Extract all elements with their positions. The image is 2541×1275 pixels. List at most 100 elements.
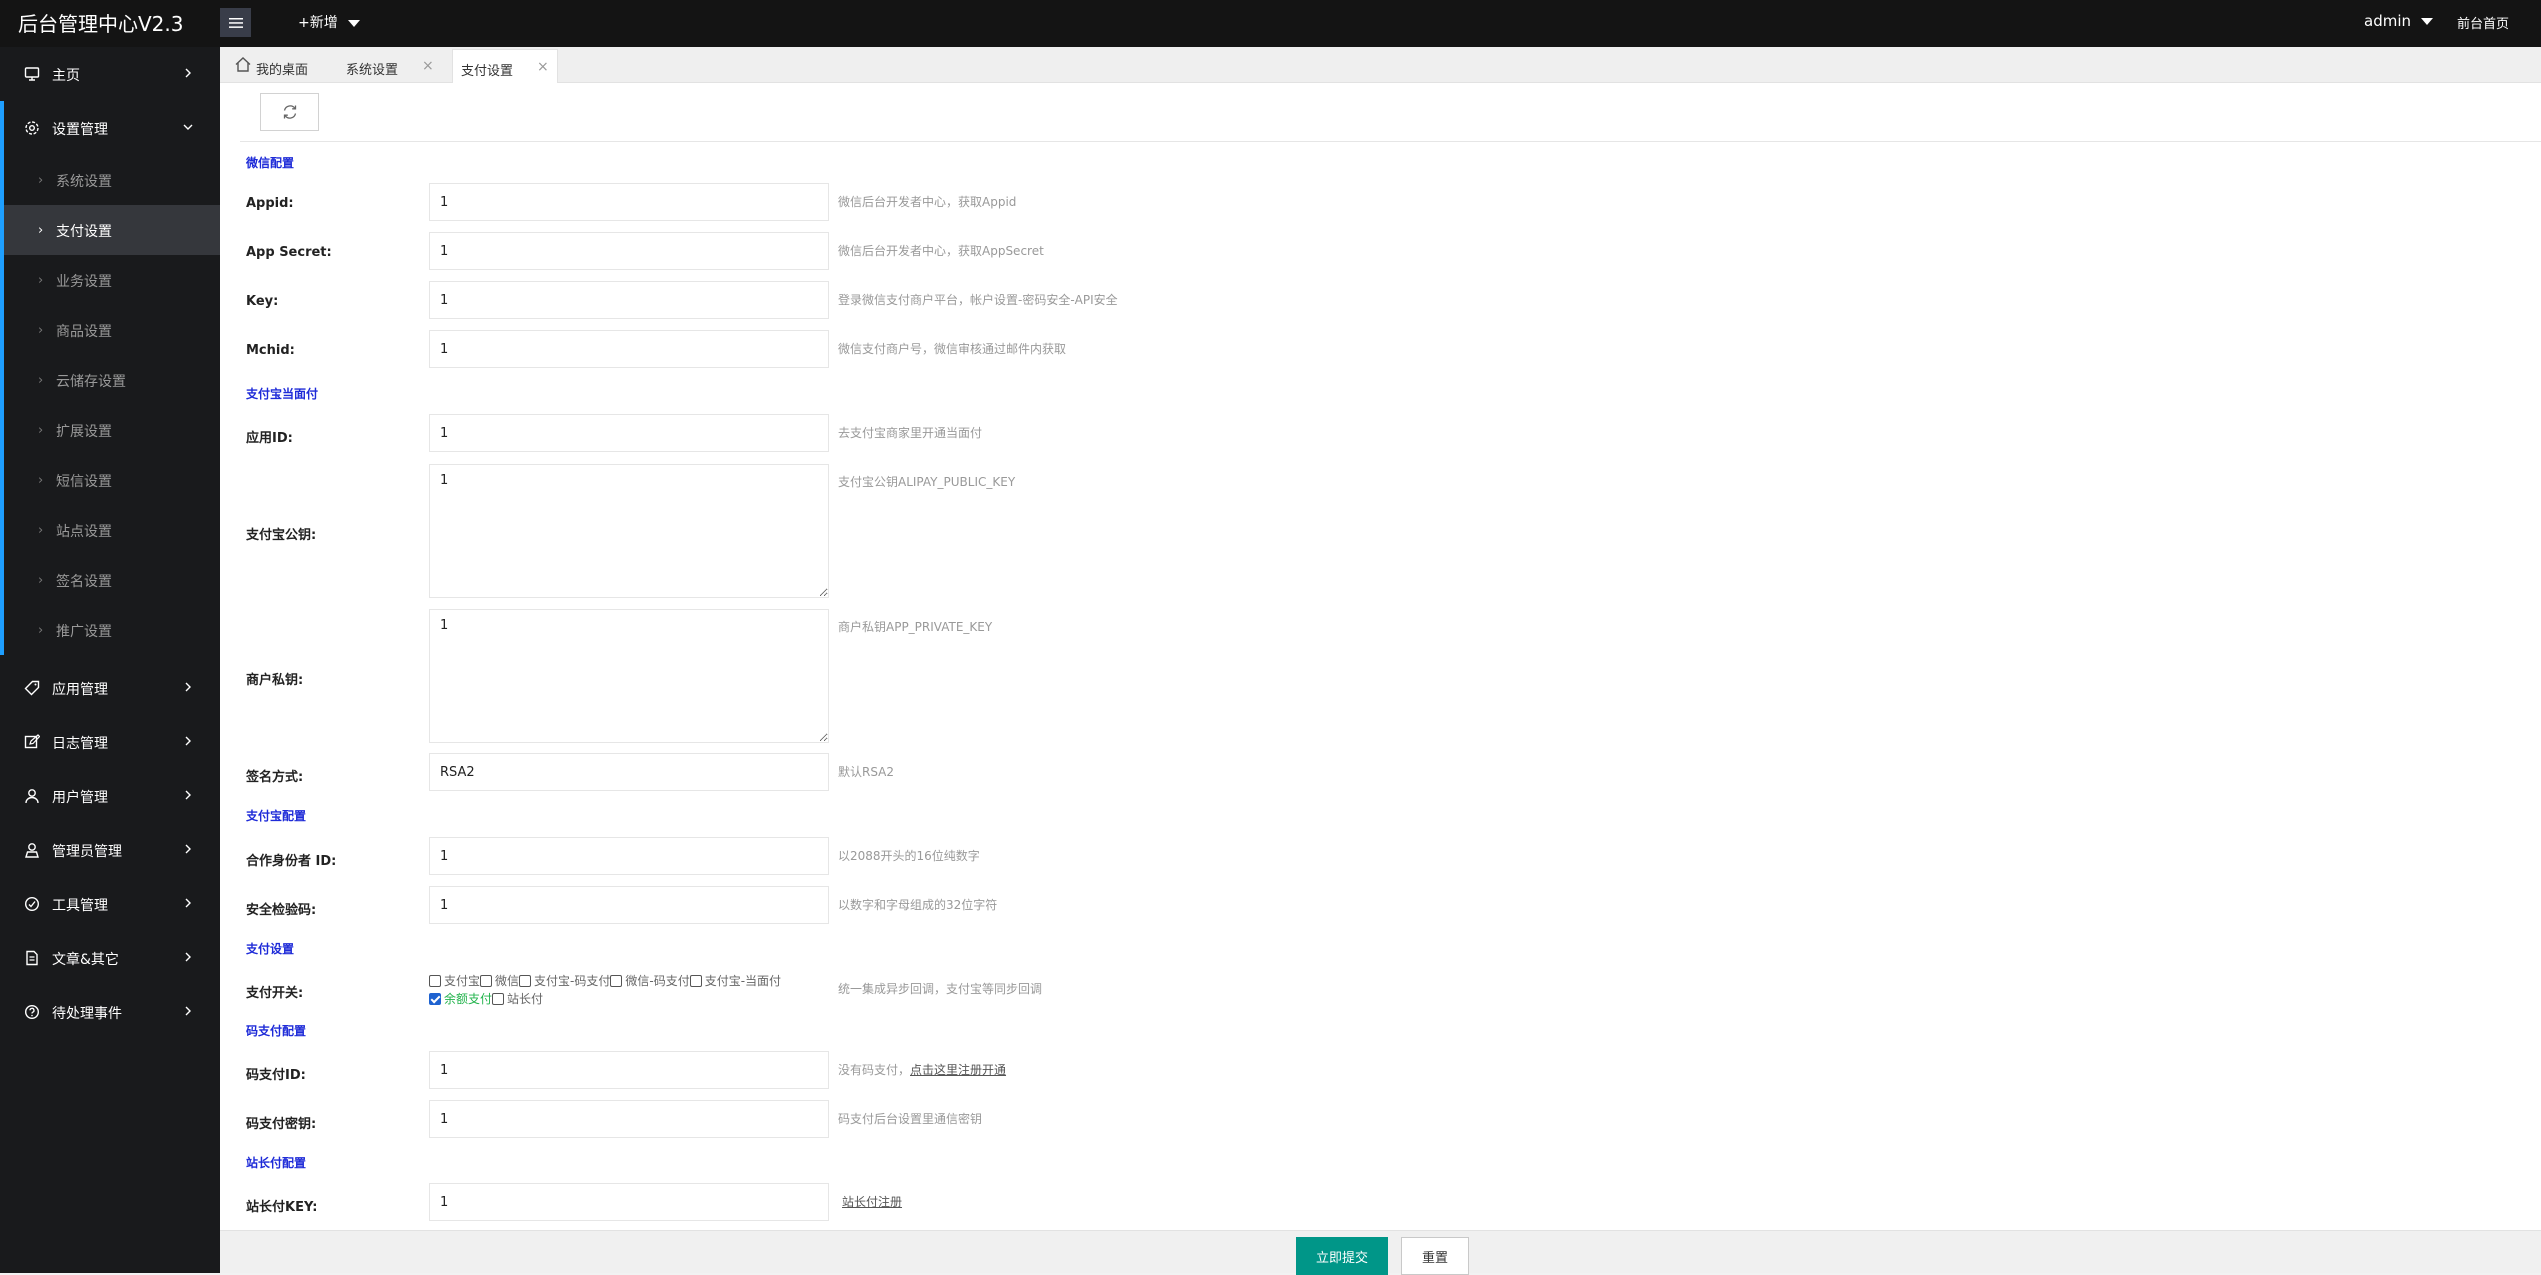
sign-type-input[interactable]	[429, 753, 829, 791]
checkbox-box[interactable]	[610, 975, 623, 987]
section-title-zzf: 站长付配置	[246, 1156, 307, 1170]
chevron-down-icon	[183, 124, 193, 130]
username: admin	[2364, 12, 2411, 30]
zzf-register-link[interactable]: 站长付注册	[842, 1195, 902, 1209]
hamburger-icon	[228, 17, 243, 28]
alipay-public-key-textarea[interactable]: 1	[429, 464, 829, 598]
sidebar-subitem-business-settings[interactable]: › 业务设置	[4, 255, 220, 305]
sidebar-subitem-cloud-storage-settings[interactable]: › 云储存设置	[4, 355, 220, 405]
checkbox-box[interactable]	[519, 975, 532, 987]
checkbox-wechat[interactable]: 微信	[480, 973, 519, 989]
pay-switch-hint: 统一集成异步回调，支付宝等同步回调	[838, 982, 1043, 996]
sidebar-item-articles[interactable]: 文章&其它	[0, 931, 220, 985]
sidebar-item-admins[interactable]: 管理员管理	[0, 823, 220, 877]
top-header: 后台管理中心V2.3 +新增 admin 前台首页	[0, 0, 2541, 47]
refresh-icon	[283, 105, 296, 119]
sidebar-item-pending-events[interactable]: 待处理事件	[0, 985, 220, 1039]
partner-id-label: 合作身份者 ID:	[246, 854, 337, 869]
sidebar-item-label: 文章&其它	[52, 952, 119, 968]
sidebar-subitem-extension-settings[interactable]: › 扩展设置	[4, 405, 220, 455]
key-input[interactable]	[429, 281, 829, 319]
section-title-alipay-f2f: 支付宝当面付	[246, 387, 319, 401]
close-icon[interactable]: ×	[537, 59, 549, 75]
app-secret-input[interactable]	[429, 232, 829, 270]
checkbox-box[interactable]	[492, 993, 505, 1005]
subitem-label: 商品设置	[56, 324, 112, 340]
appid-input[interactable]	[429, 183, 829, 221]
checkbox-alipay-f2f[interactable]: 支付宝-当面付	[689, 973, 781, 989]
menu-toggle-button[interactable]	[220, 8, 251, 37]
checkbox-zzf[interactable]: 站长付	[492, 991, 543, 1007]
caret-down-icon	[347, 19, 360, 27]
tab-system-settings[interactable]: 系统设置 ×	[338, 49, 444, 83]
zzf-key-label: 站长付KEY:	[246, 1200, 318, 1215]
chevron-right-icon: ›	[38, 423, 44, 438]
sidebar-item-settings[interactable]: 设置管理	[0, 101, 220, 155]
sidebar-item-apps[interactable]: 应用管理	[0, 661, 220, 715]
checkbox-alipay[interactable]: 支付宝	[429, 973, 480, 989]
sidebar-subitem-signature-settings[interactable]: › 签名设置	[4, 555, 220, 605]
sidebar-subitem-site-settings[interactable]: › 站点设置	[4, 505, 220, 555]
checkbox-wechat-codepay[interactable]: 微信-码支付	[610, 973, 690, 989]
close-icon[interactable]: ×	[422, 58, 434, 74]
sidebar-item-logs[interactable]: 日志管理	[0, 715, 220, 769]
checkbox-box[interactable]	[689, 975, 702, 987]
codepay-id-input[interactable]	[429, 1051, 829, 1089]
codepay-key-input[interactable]	[429, 1100, 829, 1138]
security-code-input[interactable]	[429, 886, 829, 924]
sidebar-item-home[interactable]: 主页	[0, 47, 220, 101]
sidebar-subitem-promotion-settings[interactable]: › 推广设置	[4, 605, 220, 655]
add-new-menu[interactable]: +新增	[298, 12, 360, 32]
main-content: 微信配置 Appid: 微信后台开发者中心，获取Appid App Secret…	[220, 83, 2541, 1230]
section-title-codepay: 码支付配置	[246, 1024, 307, 1038]
checkbox-alipay-codepay[interactable]: 支付宝-码支付	[519, 973, 610, 989]
chevron-right-icon: ›	[38, 273, 44, 288]
sidebar-item-label: 工具管理	[52, 898, 108, 914]
caret-down-icon	[2421, 18, 2433, 25]
codepay-register-link[interactable]: 点击这里注册开通	[910, 1063, 1006, 1077]
alipay-public-key-hint: 支付宝公钥ALIPAY_PUBLIC_KEY	[838, 475, 1016, 489]
app-id-input[interactable]	[429, 414, 829, 452]
merchant-private-key-hint: 商户私钥APP_PRIVATE_KEY	[838, 620, 993, 634]
sign-type-label: 签名方式:	[246, 770, 304, 785]
mchid-input[interactable]	[429, 330, 829, 368]
key-label: Key:	[246, 294, 279, 309]
sidebar-item-label: 应用管理	[52, 682, 108, 698]
merchant-private-key-textarea[interactable]: 1	[429, 609, 829, 743]
document-icon	[26, 950, 38, 966]
subitem-label: 签名设置	[56, 574, 112, 590]
checkbox-box[interactable]	[429, 975, 441, 987]
partner-id-hint: 以2088开头的16位纯数字	[838, 849, 980, 863]
app-logo: 后台管理中心V2.3	[18, 12, 184, 36]
checkbox-label: 微信-码支付	[625, 974, 690, 988]
chevron-right-icon: ›	[38, 623, 44, 638]
section-title-alipay: 支付宝配置	[246, 809, 307, 823]
front-home-link[interactable]: 前台首页	[2457, 13, 2509, 32]
tab-label: 系统设置	[346, 63, 399, 78]
checkbox-balance-pay[interactable]: 余额支付	[429, 991, 492, 1007]
app-secret-hint: 微信后台开发者中心，获取AppSecret	[838, 244, 1044, 258]
user-menu[interactable]: admin	[2364, 12, 2433, 30]
partner-id-input[interactable]	[429, 837, 829, 875]
sidebar-subitem-sms-settings[interactable]: › 短信设置	[4, 455, 220, 505]
tools-icon	[24, 896, 40, 912]
checkbox-box-checked[interactable]	[429, 993, 441, 1005]
sidebar-subitem-product-settings[interactable]: › 商品设置	[4, 305, 220, 355]
zzf-key-input[interactable]	[429, 1183, 829, 1221]
sidebar-subitem-system-settings[interactable]: › 系统设置	[4, 155, 220, 205]
checkbox-box[interactable]	[480, 975, 493, 987]
sidebar-item-tools[interactable]: 工具管理	[0, 877, 220, 931]
subitem-label: 短信设置	[56, 474, 112, 490]
sidebar-subitem-payment-settings[interactable]: › 支付设置	[4, 205, 220, 255]
home-icon	[235, 57, 251, 72]
checkbox-label: 站长付	[507, 992, 544, 1006]
chevron-right-icon	[185, 898, 191, 908]
submit-button[interactable]: 立即提交	[1296, 1237, 1388, 1275]
refresh-button[interactable]	[260, 93, 319, 131]
checkbox-label: 支付宝	[444, 974, 481, 988]
tab-payment-settings[interactable]: 支付设置 ×	[452, 49, 558, 83]
tab-my-desktop[interactable]: 我的桌面	[230, 49, 330, 83]
subitem-label: 支付设置	[56, 224, 112, 240]
reset-button[interactable]: 重置	[1401, 1237, 1469, 1275]
sidebar-item-users[interactable]: 用户管理	[0, 769, 220, 823]
